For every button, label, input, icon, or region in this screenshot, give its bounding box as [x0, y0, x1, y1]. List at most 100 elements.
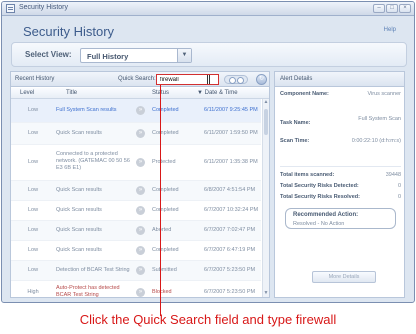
component-label: Component Name: [280, 91, 329, 97]
column-date[interactable]: ▼ Date & Time [197, 90, 238, 96]
scroll-arrow-icon[interactable]: ▼ [263, 290, 269, 297]
more-details-button[interactable]: More Details [312, 271, 376, 283]
recommended-label: Recommended Action: [293, 212, 359, 218]
row-status: Completed [152, 130, 179, 136]
table-row[interactable]: Low Quick Scan results » Completed 6/8/2… [11, 181, 261, 201]
items-label: Total items scanned: [280, 172, 335, 178]
maximize-button[interactable]: □ [386, 4, 398, 13]
scan-time-value: 0:00:22:10 (d:h:m:s) [351, 138, 401, 144]
info-icon[interactable]: » [136, 186, 145, 195]
row-status: Completed [152, 247, 179, 253]
row-title: Quick Scan results [56, 227, 102, 233]
window-title: Security History [19, 4, 69, 11]
table-row[interactable]: Low Quick Scan results » Completed 6/7/2… [11, 241, 261, 261]
scan-time-row: Scan Time: 0:00:22:10 (d:h:m:s) [280, 138, 401, 156]
row-level: Low [27, 227, 39, 233]
alert-details-panel: Alert Details Component Name: Virus scan… [274, 71, 405, 298]
row-level: Low [27, 247, 39, 253]
task-row: Task Name: Full System Scan [280, 116, 401, 134]
table-row[interactable]: Low Full System Scan results » Completed… [11, 99, 261, 123]
component-row: Component Name: Virus scanner [280, 91, 401, 109]
info-icon[interactable]: » [136, 226, 145, 235]
app-icon [6, 4, 15, 13]
alert-header: Alert Details [275, 72, 404, 87]
row-title: Quick Scan results [56, 207, 102, 213]
row-level: Low [27, 267, 39, 273]
info-icon[interactable]: » [136, 106, 145, 115]
table-row[interactable]: Low Connected to a protected network. (G… [11, 145, 261, 181]
column-title[interactable]: Title [66, 90, 77, 96]
security-history-window: Security History – □ × Security History … [1, 1, 415, 303]
resolved-label: Total Security Risks Resolved: [280, 194, 360, 200]
refresh-icon[interactable]: ↻ [256, 74, 267, 85]
row-date: 6/7/2007 5:23:50 PM [204, 267, 256, 273]
close-button[interactable]: × [399, 4, 411, 13]
dropdown-arrow-icon[interactable]: ▼ [177, 49, 191, 62]
row-date: 6/11/2007 1:35:38 PM [204, 159, 258, 165]
table-row[interactable]: Low Quick Scan results » Completed 6/11/… [11, 123, 261, 145]
row-status: Completed [152, 187, 179, 193]
detected-label: Total Security Risks Detected: [280, 183, 359, 189]
task-value: Full System Scan [358, 116, 401, 122]
info-icon[interactable]: » [136, 246, 145, 255]
divider [280, 166, 401, 167]
info-icon[interactable]: » [136, 158, 145, 167]
resolved-row: Total Security Risks Resolved: 0 [280, 194, 401, 202]
view-label: Select View: [25, 50, 72, 59]
table-row[interactable]: Low Quick Scan results » Aborted 6/7/200… [11, 221, 261, 241]
recommended-value: Resolved - No Action [293, 221, 345, 227]
row-status: Aborted [152, 227, 172, 233]
row-status: Protected [152, 159, 176, 165]
history-table-body: Low Full System Scan results » Completed… [11, 99, 261, 297]
row-level: Low [27, 187, 39, 193]
row-date: 6/7/2007 5:23:50 PM [204, 289, 256, 295]
column-level[interactable]: Level [20, 90, 34, 96]
row-status: Blocked [152, 289, 172, 295]
window-controls: – □ × [373, 4, 411, 13]
view-select-value: Full History [87, 52, 129, 61]
info-icon[interactable]: » [136, 266, 145, 275]
page-title: Security History [23, 24, 115, 39]
resolved-value: 0 [397, 194, 401, 200]
row-date: 6/7/2007 7:02:47 PM [204, 227, 256, 233]
text-cursor-icon [207, 75, 210, 84]
recommended-action-box: Recommended Action: Resolved - No Action [285, 208, 396, 229]
search-toggle-icon[interactable] [224, 75, 248, 84]
row-status: Completed [152, 107, 179, 113]
row-date: 6/7/2007 10:32:24 PM [204, 207, 259, 213]
table-row[interactable]: Low Quick Scan results » Completed 6/7/2… [11, 201, 261, 221]
recent-history-panel: Recent History Quick Search: ↻ Level Tit… [10, 71, 270, 298]
scroll-thumb[interactable] [264, 109, 268, 135]
table-row[interactable]: High Auto-Protect has detected BCAR Test… [11, 281, 261, 297]
task-label: Task Name: [280, 120, 311, 126]
info-icon[interactable]: » [136, 206, 145, 215]
row-level: Low [27, 130, 39, 136]
table-row[interactable]: Low Detection of BCAR Test String » Subm… [11, 261, 261, 281]
quick-search-label: Quick Search: [118, 76, 156, 82]
title-bar: Security History – □ × [2, 2, 414, 16]
history-table-header: Level Title Status ▼ Date & Time [11, 88, 269, 99]
row-title: Full System Scan results [56, 107, 117, 113]
row-title: Auto-Protect has detected BCAR Test Stri… [56, 285, 120, 297]
help-link[interactable]: Help [384, 27, 396, 33]
row-date: 6/11/2007 9:25:45 PM [204, 107, 258, 113]
row-title: Quick Scan results [56, 247, 102, 253]
history-scrollbar[interactable]: ▲ ▼ [262, 99, 269, 297]
alert-title: Alert Details [280, 76, 313, 82]
history-header: Recent History Quick Search: ↻ [11, 72, 269, 87]
minimize-button[interactable]: – [373, 4, 385, 13]
items-value: 39448 [385, 172, 401, 178]
row-level: Low [27, 159, 39, 165]
view-select[interactable]: Full History ▼ [80, 48, 192, 63]
info-icon[interactable]: » [136, 129, 145, 138]
row-level: High [27, 289, 39, 295]
items-row: Total items scanned: 39448 [280, 172, 401, 180]
row-status: Submitted [152, 267, 177, 273]
row-date: 6/7/2007 6:47:19 PM [204, 247, 256, 253]
view-selector-bar: Select View: Full History ▼ [11, 42, 407, 67]
scroll-arrow-icon[interactable]: ▲ [263, 99, 269, 106]
instruction-text: Click the Quick Search field and type fi… [79, 312, 337, 327]
row-level: Low [27, 107, 39, 113]
info-icon[interactable]: » [136, 288, 145, 297]
detected-row: Total Security Risks Detected: 0 [280, 183, 401, 191]
